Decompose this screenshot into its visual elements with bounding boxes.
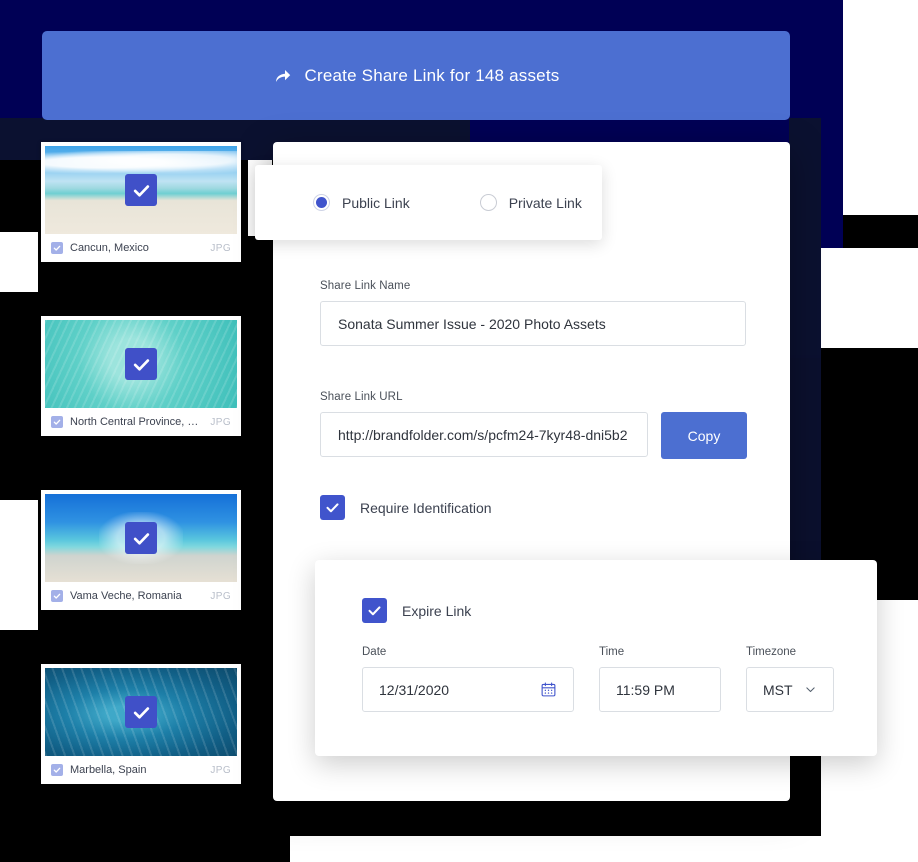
copy-url-button[interactable]: Copy — [661, 412, 747, 459]
asset-selected-check-icon[interactable] — [125, 696, 157, 728]
asset-selected-check-icon[interactable] — [125, 348, 157, 380]
asset-mini-check-icon[interactable] — [51, 764, 63, 776]
expire-time-input[interactable]: 11:59 PM — [599, 667, 721, 712]
asset-meta: Marbella, Spain JPG — [45, 756, 237, 784]
asset-thumbnail — [45, 668, 237, 756]
link-type-selector: Public Link Private Link — [255, 165, 602, 240]
asset-thumbnail — [45, 494, 237, 582]
asset-card[interactable]: Vama Veche, Romania JPG — [41, 490, 241, 610]
radio-private-link-icon[interactable] — [479, 194, 497, 211]
asset-meta: Vama Veche, Romania JPG — [45, 582, 237, 610]
asset-mini-check-icon[interactable] — [51, 416, 63, 428]
white-area-bottom-panel — [290, 836, 918, 862]
expire-fields-row: Date 12/31/2020 Time 11:59 PM Timezone M… — [362, 646, 834, 712]
white-area-right-middle — [821, 248, 918, 348]
white-area-left-upper — [0, 232, 38, 292]
asset-selected-check-icon[interactable] — [125, 522, 157, 554]
asset-card[interactable]: Marbella, Spain JPG — [41, 664, 241, 784]
expire-link-label: Expire Link — [402, 602, 472, 619]
expire-timezone-select[interactable]: MST — [746, 667, 834, 712]
radio-public-link-label: Public Link — [342, 194, 410, 211]
asset-name: Cancun, Mexico — [70, 242, 149, 254]
asset-extension: JPG — [210, 416, 231, 428]
share-link-url-input[interactable]: http://brandfolder.com/s/pcfm24-7kyr48-d… — [320, 412, 648, 457]
asset-card[interactable]: Cancun, Mexico JPG — [41, 142, 241, 262]
asset-extension: JPG — [210, 590, 231, 602]
asset-meta: North Central Province, Maldiv... JPG — [45, 408, 237, 436]
chevron-down-icon[interactable] — [804, 683, 817, 696]
asset-selected-check-icon[interactable] — [125, 174, 157, 206]
asset-extension: JPG — [210, 242, 231, 254]
expire-date-field: Date 12/31/2020 — [362, 646, 574, 712]
radio-public-link[interactable]: Public Link — [313, 194, 410, 211]
asset-thumbnail — [45, 146, 237, 234]
expire-timezone-field: Timezone MST — [746, 646, 834, 712]
share-link-name-input[interactable]: Sonata Summer Issue - 2020 Photo Assets — [320, 301, 746, 346]
asset-extension: JPG — [210, 764, 231, 776]
create-share-link-label: Create Share Link for 148 assets — [304, 65, 560, 85]
asset-name: North Central Province, Maldiv... — [70, 416, 203, 428]
white-area-left-lower — [0, 500, 38, 630]
expire-date-label: Date — [362, 646, 387, 658]
expire-time-label: Time — [599, 646, 625, 658]
share-link-name-label: Share Link Name — [320, 280, 411, 292]
asset-mini-check-icon[interactable] — [51, 242, 63, 254]
share-link-url-label: Share Link URL — [320, 391, 403, 403]
asset-meta: Cancun, Mexico JPG — [45, 234, 237, 262]
require-identification-checkbox[interactable] — [320, 495, 345, 520]
white-area-right-top — [843, 0, 918, 215]
copy-url-label: Copy — [687, 427, 721, 444]
expire-date-value: 12/31/2020 — [379, 681, 450, 698]
expire-link-checkbox[interactable] — [362, 598, 387, 623]
share-link-url-field: Share Link URL http://brandfolder.com/s/… — [320, 391, 648, 457]
expire-timezone-label: Timezone — [746, 646, 797, 658]
radio-selected-dot — [316, 197, 327, 208]
expire-date-input[interactable]: 12/31/2020 — [362, 667, 574, 712]
expire-time-field: Time 11:59 PM — [599, 646, 721, 712]
expire-timezone-value: MST — [763, 681, 793, 698]
radio-private-link[interactable]: Private Link — [479, 194, 582, 211]
navy-shadow-column-upper — [789, 118, 821, 358]
share-link-name-field: Share Link Name Sonata Summer Issue - 20… — [320, 280, 746, 346]
calendar-icon[interactable] — [540, 681, 557, 698]
radio-private-link-label: Private Link — [508, 194, 582, 211]
require-identification-row[interactable]: Require Identification — [320, 495, 492, 520]
asset-thumbnail — [45, 320, 237, 408]
require-identification-label: Require Identification — [360, 499, 492, 516]
expire-link-card: Expire Link Date 12/31/2020 Time 11:59 P… — [315, 560, 877, 756]
asset-card[interactable]: North Central Province, Maldiv... JPG — [41, 316, 241, 436]
asset-mini-check-icon[interactable] — [51, 590, 63, 602]
create-share-link-button[interactable]: Create Share Link for 148 assets — [42, 31, 790, 120]
share-arrow-icon — [273, 66, 293, 86]
screenshot-root: Create Share Link for 148 assets Cancun,… — [0, 0, 918, 862]
expire-link-row[interactable]: Expire Link — [362, 598, 471, 623]
asset-name: Vama Veche, Romania — [70, 590, 182, 602]
radio-public-link-icon[interactable] — [313, 194, 330, 211]
asset-name: Marbella, Spain — [70, 764, 147, 776]
